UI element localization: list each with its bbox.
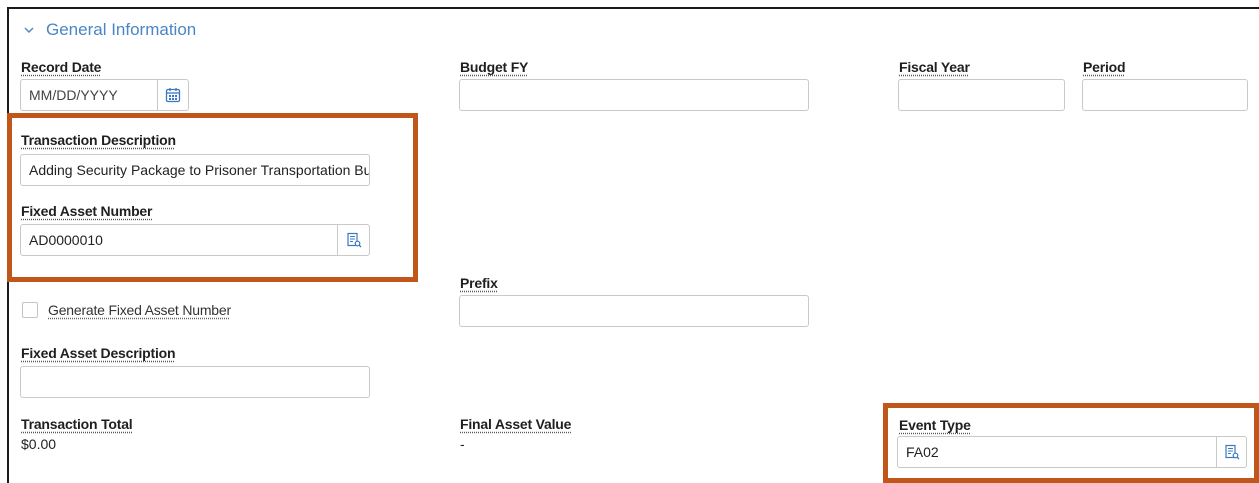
fiscal-year-input[interactable] — [898, 79, 1065, 111]
calendar-icon — [165, 88, 181, 103]
event-type-lookup-button[interactable] — [1216, 436, 1247, 468]
period-input[interactable] — [1082, 79, 1248, 111]
chevron-down-icon — [24, 27, 34, 33]
record-date-label: Record Date — [21, 59, 102, 75]
fixed-asset-description-label: Fixed Asset Description — [21, 345, 176, 361]
fixed-asset-number-label: Fixed Asset Number — [21, 203, 153, 219]
event-type-input[interactable]: FA02 — [897, 436, 1217, 468]
fixed-asset-number-input[interactable]: AD0000010 — [20, 224, 338, 256]
transaction-description-input[interactable]: Adding Security Package to Prisoner Tran… — [20, 154, 370, 186]
period-label: Period — [1083, 59, 1126, 75]
event-type-label: Event Type — [899, 417, 971, 433]
fiscal-year-label: Fiscal Year — [899, 59, 970, 75]
section-title: General Information — [46, 20, 197, 39]
record-date-placeholder: MM/DD/YYYY — [29, 87, 118, 103]
prefix-label: Prefix — [460, 275, 498, 291]
record-date-input[interactable]: MM/DD/YYYY — [20, 79, 158, 111]
generate-fixed-asset-number-checkbox[interactable] — [22, 302, 38, 318]
prefix-input[interactable] — [459, 295, 809, 327]
budget-fy-input[interactable] — [459, 79, 809, 111]
final-asset-value-label: Final Asset Value — [460, 416, 572, 432]
transaction-total-value: $0.00 — [21, 436, 57, 452]
lookup-icon — [346, 232, 361, 248]
transaction-total-label: Transaction Total — [21, 416, 133, 432]
budget-fy-label: Budget FY — [460, 59, 529, 75]
lookup-icon — [1224, 444, 1239, 460]
section-header-general-information[interactable]: General Information — [22, 20, 196, 40]
final-asset-value-value: - — [460, 436, 465, 452]
transaction-description-label: Transaction Description — [21, 132, 176, 148]
fixed-asset-lookup-button[interactable] — [337, 224, 370, 256]
generate-fixed-asset-number-label[interactable]: Generate Fixed Asset Number — [48, 302, 231, 318]
fixed-asset-description-input[interactable] — [20, 366, 370, 398]
calendar-button[interactable] — [157, 79, 189, 111]
